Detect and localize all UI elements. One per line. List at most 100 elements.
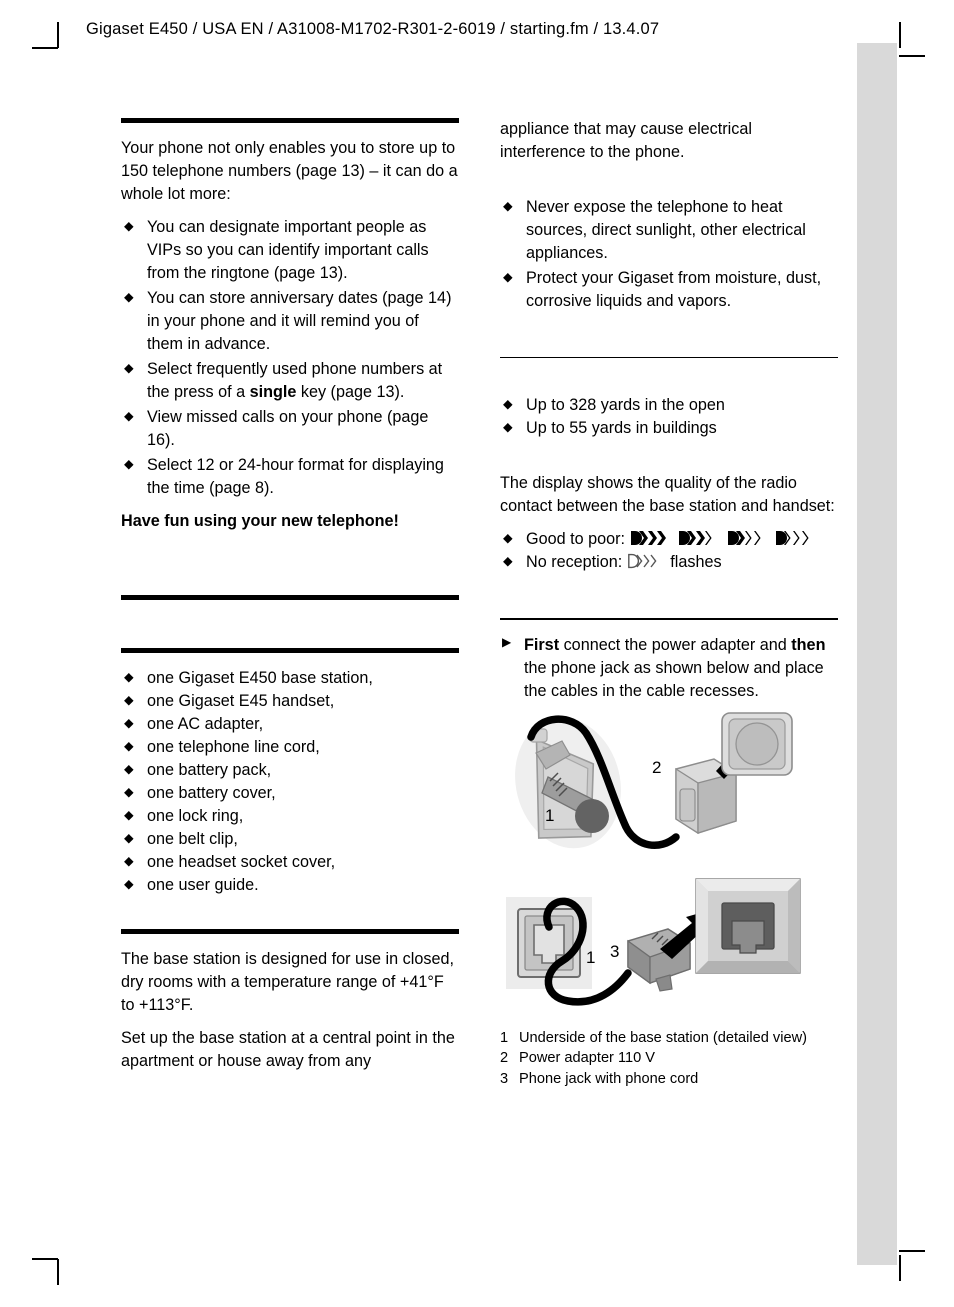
- right-column: appliance that may cause electrical inte…: [500, 118, 838, 1091]
- signal-good-to-poor-label: Good to poor:: [526, 530, 625, 549]
- list-item-label: one Gigaset E45 handset,: [147, 692, 335, 710]
- list-item: ◆ one user guide.: [121, 874, 459, 897]
- list-item-label: Protect your Gigaset from moisture, dust…: [526, 269, 822, 310]
- legend-number: 3: [500, 1071, 509, 1088]
- list-item: ◆ one belt clip,: [121, 828, 459, 851]
- figure-callout-3: 3: [610, 942, 619, 961]
- list-item-label: one headset socket cover,: [147, 853, 336, 871]
- crop-mark-top-right-horizontal: [899, 55, 925, 57]
- list-item: ◆ one Gigaset E450 base station,: [121, 667, 459, 690]
- section-rule-setup: [500, 618, 838, 620]
- crop-mark-bottom-right-horizontal: [899, 1250, 925, 1252]
- list-item-label: Never expose the telephone to heat sourc…: [526, 198, 806, 262]
- list-item-label: one Gigaset E450 base station,: [147, 669, 373, 687]
- diamond-bullet-icon: ◆: [124, 830, 134, 845]
- list-item: ◆ one Gigaset E45 handset,: [121, 690, 459, 713]
- list-item-label: Up to 328 yards in the open: [526, 396, 725, 415]
- section-rule-range: [500, 357, 838, 359]
- list-item-label: You can store anniversary dates (page 14…: [147, 289, 452, 353]
- diamond-bullet-icon: ◆: [124, 761, 134, 776]
- legend-row: 1 Underside of the base station (detaile…: [500, 1029, 838, 1048]
- list-item: ◆ View missed calls on your phone (page …: [121, 406, 459, 452]
- legend-number: 1: [500, 1029, 509, 1046]
- list-item-label: one AC adapter,: [147, 715, 264, 733]
- list-item: ◆ Select 12 or 24-hour format for displa…: [121, 454, 459, 500]
- section-heading-blank-package: [121, 614, 459, 648]
- crop-mark-bottom-left-vertical: [57, 1259, 59, 1285]
- signal-no-reception-suffix: flashes: [670, 553, 722, 572]
- list-item: ◆ Up to 55 yards in buildings: [500, 417, 838, 440]
- list-item-label: one battery cover,: [147, 784, 276, 802]
- legend-number: 2: [500, 1050, 509, 1067]
- figure-callout-1-upper: 1: [545, 806, 554, 825]
- list-item: ◆ one lock ring,: [121, 805, 459, 828]
- section-heading-blank-range: [500, 372, 838, 394]
- list-item-label: one battery pack,: [147, 761, 272, 779]
- diamond-bullet-icon: ◆: [124, 408, 134, 423]
- wall-outlet-graphic: [721, 711, 793, 776]
- figure-callout-2: 2: [652, 758, 661, 777]
- diamond-bullet-icon: ◆: [503, 198, 513, 213]
- running-header: Gigaset E450 / USA EN / A31008-M1702-R30…: [86, 20, 660, 38]
- diamond-bullet-icon: ◆: [124, 738, 134, 753]
- legend-row: 2 Power adapter 110 V: [500, 1049, 838, 1068]
- setup-illustration: 2 1 3 1: [500, 711, 838, 1023]
- crop-mark-top-left-vertical: [57, 22, 59, 48]
- diamond-bullet-icon: ◆: [124, 692, 134, 707]
- list-item-label-suffix: key (page 13).: [296, 383, 405, 401]
- diamond-bullet-icon: ◆: [124, 456, 134, 471]
- crop-mark-top-left-horizontal: [32, 47, 58, 49]
- list-item: ◆ Never expose the telephone to heat sou…: [500, 196, 838, 265]
- diamond-bullet-icon: ◆: [124, 853, 134, 868]
- list-item-label: one telephone line cord,: [147, 738, 320, 756]
- list-item-label-emphasis: single: [249, 383, 297, 401]
- list-item-label: one lock ring,: [147, 807, 244, 825]
- diamond-bullet-icon: ◆: [503, 420, 513, 435]
- list-item: ◆ You can designate important people as …: [121, 216, 459, 285]
- range-bullet-list: ◆ Up to 328 yards in the open ◆ Up to 55…: [500, 394, 838, 440]
- list-item: ◆ Protect your Gigaset from moisture, du…: [500, 267, 838, 313]
- list-item-signal-good-to-poor: ◆ Good to poor:: [500, 528, 838, 551]
- signal-strength-icon-1-bar: [776, 530, 814, 546]
- list-item-signal-no-reception: ◆ No reception: flashes: [500, 551, 838, 574]
- triangle-bullet-icon: ▶: [502, 635, 512, 650]
- list-item-label: one user guide.: [147, 876, 259, 894]
- crop-mark-top-right-vertical: [899, 22, 901, 48]
- list-item: ◆ Select frequently used phone numbers a…: [121, 358, 459, 404]
- figure-callout-1-lower: 1: [586, 948, 595, 967]
- crop-mark-bottom-left-horizontal: [32, 1258, 58, 1260]
- diamond-bullet-icon: ◆: [503, 554, 513, 569]
- figure-legend: 1 Underside of the base station (detaile…: [500, 1029, 838, 1089]
- section-rule-placement: [121, 929, 459, 934]
- signal-no-reception-label: No reception:: [526, 553, 623, 572]
- legend-label: Power adapter 110 V: [519, 1050, 656, 1067]
- setup-step-list: ▶ First connect the power adapter and th…: [500, 634, 838, 703]
- signal-strength-icon-2-bars: [727, 530, 766, 546]
- list-item: ◆ one battery pack,: [121, 759, 459, 782]
- diamond-bullet-icon: ◆: [503, 397, 513, 412]
- diamond-bullet-icon: ◆: [124, 876, 134, 891]
- setup-illustration-svg: 2 1 3 1: [506, 711, 801, 1006]
- setup-step: ▶ First connect the power adapter and th…: [500, 634, 838, 703]
- list-item: ◆ one battery cover,: [121, 782, 459, 805]
- diamond-bullet-icon: ◆: [124, 360, 134, 375]
- legend-row: 3 Phone jack with phone cord: [500, 1070, 838, 1089]
- section-rule-package-bottom: [121, 648, 459, 653]
- list-item: ◆ Up to 328 yards in the open: [500, 394, 838, 417]
- setup-step-emphasis-first: First: [524, 635, 560, 654]
- signal-strength-icon-3-bars: [679, 530, 717, 546]
- setup-step-emphasis-then: then: [791, 635, 826, 654]
- list-item: ◆ one AC adapter,: [121, 713, 459, 736]
- intro-feature-list: ◆ You can designate important people as …: [121, 216, 459, 500]
- section-rule-intro: [121, 118, 459, 123]
- signal-quality-list: ◆ Good to poor: ◆ No reception: flashes: [500, 528, 838, 574]
- placement-paragraph-2: Set up the base station at a central poi…: [121, 1029, 455, 1070]
- list-item-label: one belt clip,: [147, 830, 238, 848]
- legend-label: Phone jack with phone cord: [519, 1071, 699, 1088]
- intro-closing-text: Have fun using your new telephone!: [121, 512, 399, 530]
- setup-step-text-rest: the phone jack as shown below and place …: [524, 658, 824, 700]
- list-item: ◆ one headset socket cover,: [121, 851, 459, 874]
